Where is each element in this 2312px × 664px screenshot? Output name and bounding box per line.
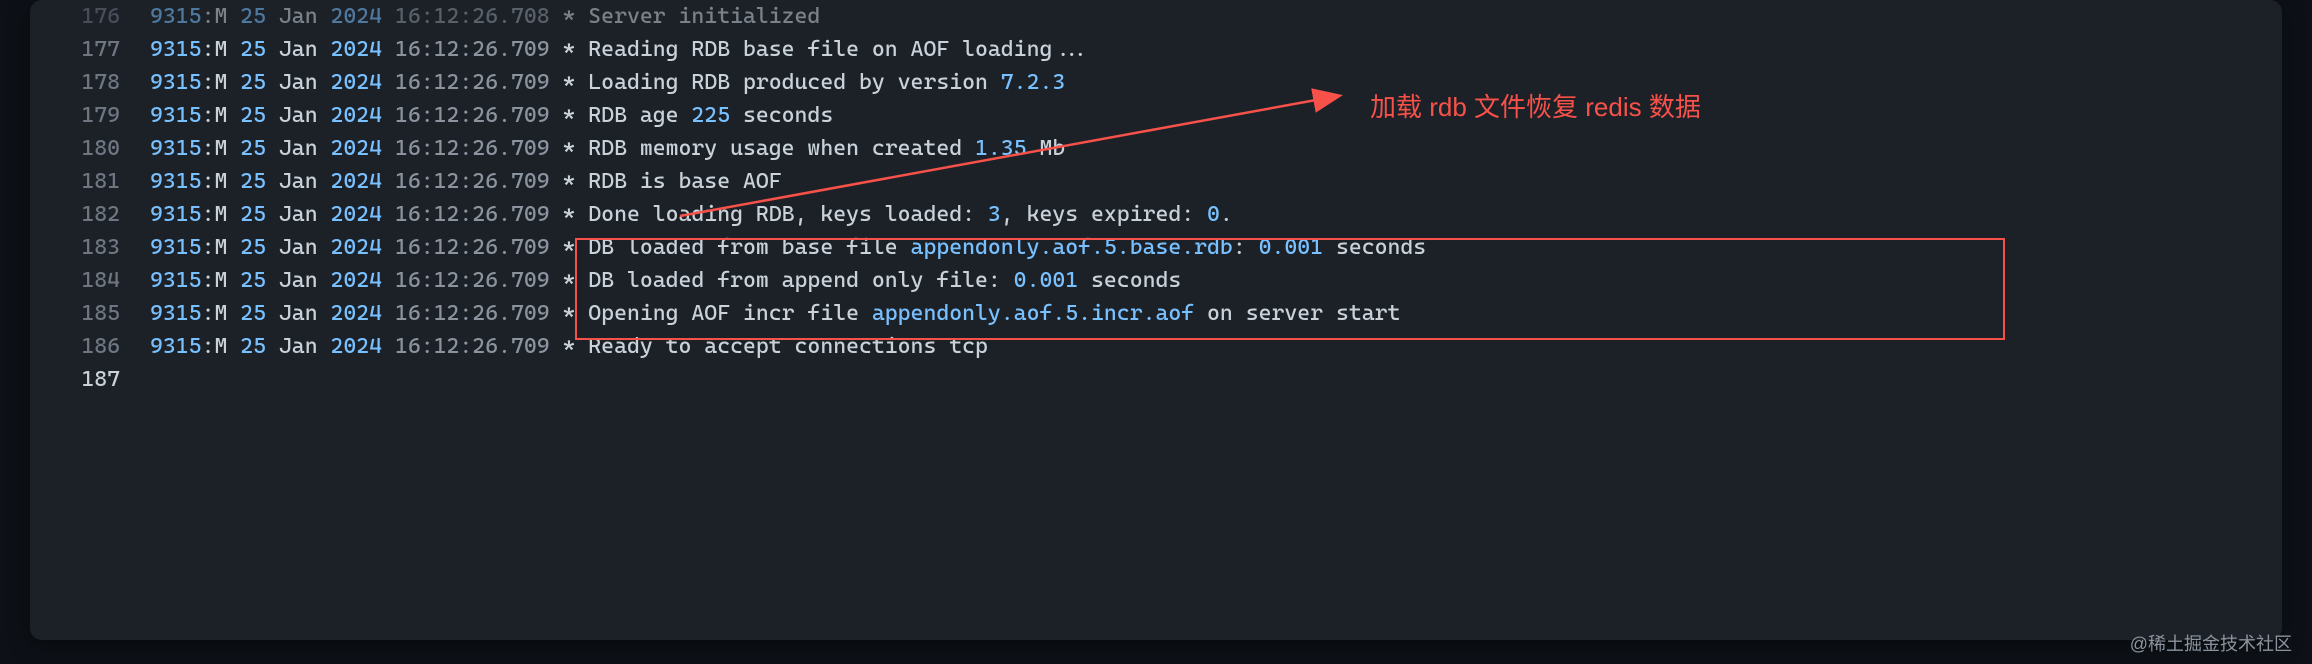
line-content: 9315:M 25 Jan 2024 16:12:26.709 * DB loa… xyxy=(150,264,2282,297)
line-number: 182 xyxy=(30,198,150,231)
line-number: 177 xyxy=(30,33,150,66)
log-line: 1769315:M 25 Jan 2024 16:12:26.708 * Ser… xyxy=(30,0,2282,33)
line-content: 9315:M 25 Jan 2024 16:12:26.709 * Loadin… xyxy=(150,66,2282,99)
line-number: 176 xyxy=(30,0,150,33)
line-number: 184 xyxy=(30,264,150,297)
log-line: 1799315:M 25 Jan 2024 16:12:26.709 * RDB… xyxy=(30,99,2282,132)
line-number: 186 xyxy=(30,330,150,363)
log-line: 1809315:M 25 Jan 2024 16:12:26.709 * RDB… xyxy=(30,132,2282,165)
line-content: 9315:M 25 Jan 2024 16:12:26.708 * Server… xyxy=(150,0,2282,33)
line-content: 9315:M 25 Jan 2024 16:12:26.709 * RDB ag… xyxy=(150,99,2282,132)
log-line: 1789315:M 25 Jan 2024 16:12:26.709 * Loa… xyxy=(30,66,2282,99)
code-editor[interactable]: 1769315:M 25 Jan 2024 16:12:26.708 * Ser… xyxy=(30,0,2282,640)
log-line: 1839315:M 25 Jan 2024 16:12:26.709 * DB … xyxy=(30,231,2282,264)
log-line: 187 xyxy=(30,363,2282,396)
line-number: 185 xyxy=(30,297,150,330)
log-line: 1859315:M 25 Jan 2024 16:12:26.709 * Ope… xyxy=(30,297,2282,330)
line-number: 183 xyxy=(30,231,150,264)
line-number: 187 xyxy=(30,363,150,396)
line-number: 178 xyxy=(30,66,150,99)
log-line: 1829315:M 25 Jan 2024 16:12:26.709 * Don… xyxy=(30,198,2282,231)
line-content: 9315:M 25 Jan 2024 16:12:26.709 * Ready … xyxy=(150,330,2282,363)
line-content: 9315:M 25 Jan 2024 16:12:26.709 * Done l… xyxy=(150,198,2282,231)
line-number: 181 xyxy=(30,165,150,198)
watermark: @稀土掘金技术社区 xyxy=(2130,631,2292,658)
line-number: 180 xyxy=(30,132,150,165)
log-line: 1779315:M 25 Jan 2024 16:12:26.709 * Rea… xyxy=(30,33,2282,66)
log-line: 1819315:M 25 Jan 2024 16:12:26.709 * RDB… xyxy=(30,165,2282,198)
line-content: 9315:M 25 Jan 2024 16:12:26.709 * RDB me… xyxy=(150,132,2282,165)
log-line: 1849315:M 25 Jan 2024 16:12:26.709 * DB … xyxy=(30,264,2282,297)
line-content: 9315:M 25 Jan 2024 16:12:26.709 * DB loa… xyxy=(150,231,2282,264)
line-number: 179 xyxy=(30,99,150,132)
line-content: 9315:M 25 Jan 2024 16:12:26.709 * Readin… xyxy=(150,33,2282,66)
code-lines: 1769315:M 25 Jan 2024 16:12:26.708 * Ser… xyxy=(30,0,2282,396)
line-content: 9315:M 25 Jan 2024 16:12:26.709 * Openin… xyxy=(150,297,2282,330)
log-line: 1869315:M 25 Jan 2024 16:12:26.709 * Rea… xyxy=(30,330,2282,363)
line-content: 9315:M 25 Jan 2024 16:12:26.709 * RDB is… xyxy=(150,165,2282,198)
